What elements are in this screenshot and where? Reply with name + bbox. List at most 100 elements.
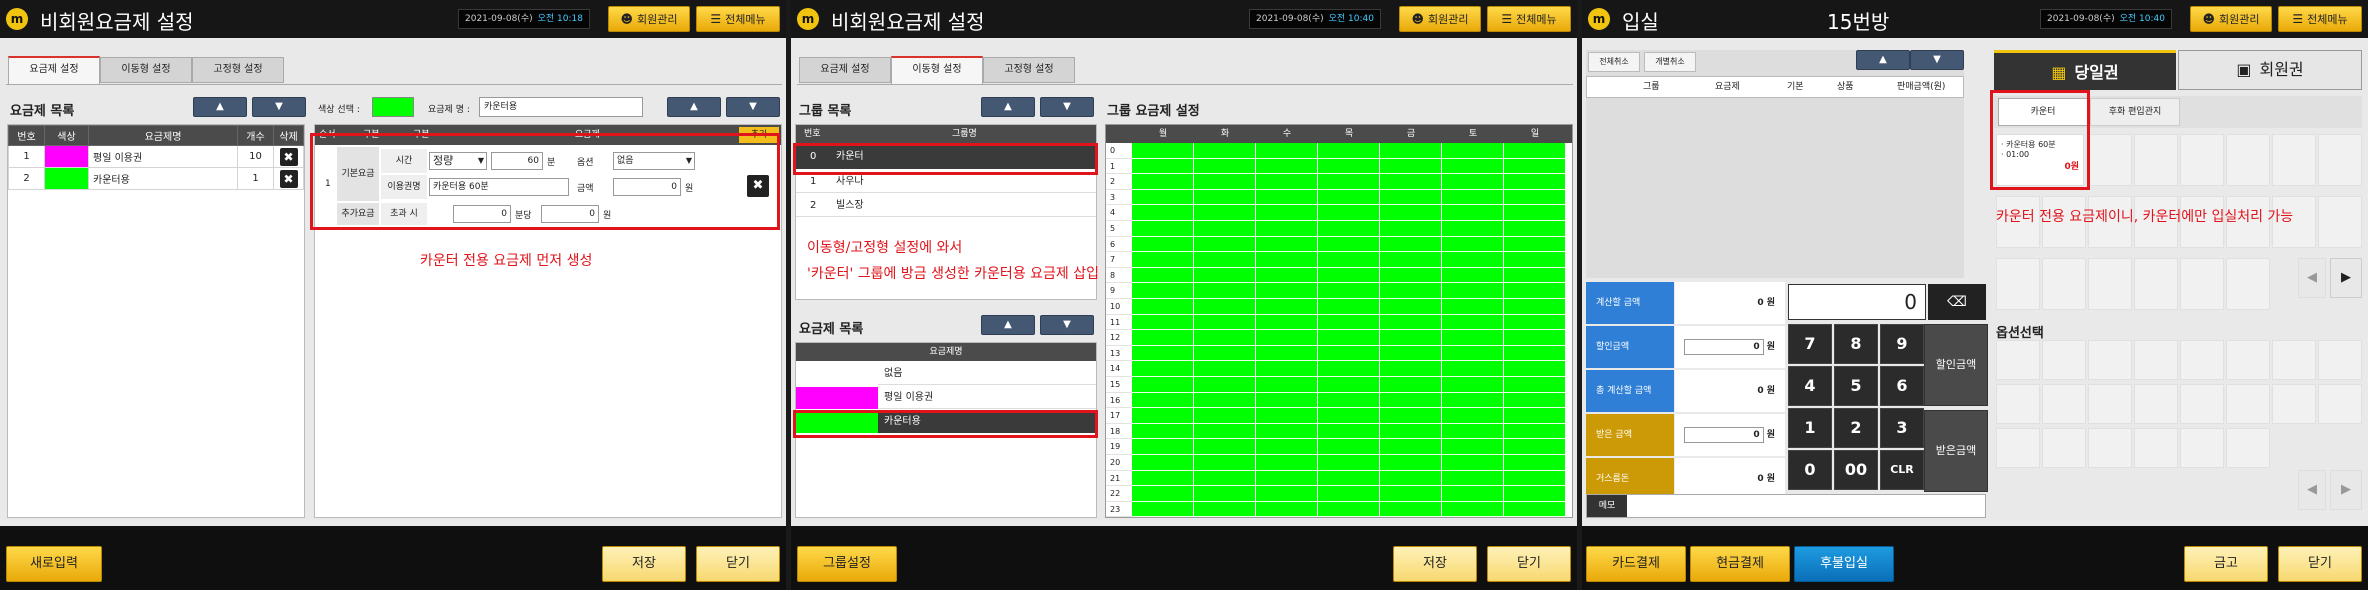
schedule-cell[interactable] [1504,283,1566,299]
schedule-cell[interactable] [1380,361,1442,377]
move-down-button-2[interactable]: ▼ [726,97,780,117]
schedule-cell[interactable] [1442,205,1504,221]
option-next-icon[interactable]: ▶ [2330,470,2362,510]
schedule-cell[interactable] [1132,314,1194,331]
schedule-cell[interactable] [1442,501,1504,518]
option-slot[interactable] [2226,340,2270,380]
schedule-cell[interactable] [1442,470,1504,487]
plan-up-button[interactable]: ▲ [981,315,1035,335]
schedule-cell[interactable] [1256,205,1318,221]
tab-member-ticket[interactable]: ▣ 회원권 [2178,50,2362,90]
schedule-cell[interactable] [1194,236,1256,253]
group-down-button[interactable]: ▼ [1040,97,1094,117]
option-slot[interactable] [2272,340,2316,380]
schedule-cell[interactable] [1504,299,1566,315]
schedule-cell[interactable] [1256,392,1318,409]
schedule-cell[interactable] [1442,314,1504,331]
option-slot[interactable] [2042,428,2086,468]
schedule-cell[interactable] [1194,174,1256,190]
schedule-cell[interactable] [1380,408,1442,424]
schedule-cell[interactable] [1256,267,1318,284]
option-slot[interactable] [2134,428,2178,468]
schedule-cell[interactable] [1132,205,1194,221]
option-slot[interactable] [2042,384,2086,424]
option-prev-icon[interactable]: ◀ [2298,470,2326,510]
discount-input[interactable]: 0 [1683,338,1764,355]
schedule-cell[interactable] [1256,252,1318,268]
schedule-cell[interactable] [1132,486,1194,502]
schedule-cell[interactable] [1194,252,1256,268]
schedule-cell[interactable] [1256,283,1318,299]
schedule-cell[interactable] [1504,501,1566,518]
schedule-cell[interactable] [1256,345,1318,362]
cancel-one-button[interactable]: 개별취소 [1644,52,1696,72]
over-minutes-input[interactable]: 0 [453,205,511,223]
schedule-cell[interactable] [1318,439,1380,455]
schedule-cell[interactable] [1380,423,1442,440]
ticket-slot[interactable] [2180,134,2224,186]
schedule-cell[interactable] [1380,501,1442,518]
schedule-cell[interactable] [1132,236,1194,253]
schedule-cell[interactable] [1132,408,1194,424]
schedule-cell[interactable] [1318,330,1380,346]
schedule-cell[interactable] [1318,392,1380,409]
close-button[interactable]: 닫기 [2278,546,2362,582]
schedule-cell[interactable] [1194,283,1256,299]
schedule-cell[interactable] [1442,330,1504,346]
schedule-cell[interactable] [1132,392,1194,409]
schedule-cell[interactable] [1256,158,1318,175]
save-button[interactable]: 저장 [602,546,686,582]
schedule-cell[interactable] [1256,314,1318,331]
ticket-slot[interactable] [2134,134,2178,186]
tab-rate-setting[interactable]: 요금제 설정 [799,57,891,83]
schedule-cell[interactable] [1318,143,1380,159]
schedule-cell[interactable] [1318,501,1380,518]
schedule-cell[interactable] [1132,252,1194,268]
schedule-cell[interactable] [1132,330,1194,346]
schedule-cell[interactable] [1256,423,1318,440]
schedule-cell[interactable] [1256,408,1318,424]
list-item[interactable]: 1 사우나 [796,171,1096,193]
option-select[interactable]: 없음 ▼ [613,152,695,170]
deferred-checkin-button[interactable]: 후불입실 [1794,546,1894,582]
schedule-cell[interactable] [1132,423,1194,440]
backspace-icon[interactable]: ⌫ [1928,284,1986,320]
schedule-cell[interactable] [1194,189,1256,206]
schedule-cell[interactable] [1132,283,1194,299]
members-button[interactable]: ☻ 회원관리 [2190,6,2272,32]
schedule-cell[interactable] [1442,345,1504,362]
schedule-cell[interactable] [1132,501,1194,518]
tab-day-ticket[interactable]: ▦ 당일권 [1994,50,2176,90]
schedule-cell[interactable] [1256,470,1318,487]
schedule-cell[interactable] [1504,252,1566,268]
schedule-cell[interactable] [1132,189,1194,206]
schedule-cell[interactable] [1318,236,1380,253]
schedule-cell[interactable] [1442,392,1504,409]
schedule-cell[interactable] [1504,330,1566,346]
option-slot[interactable] [2088,428,2132,468]
option-slot[interactable] [2318,384,2362,424]
schedule-cell[interactable] [1318,267,1380,284]
schedule-cell[interactable] [1256,330,1318,346]
key-4[interactable]: 4 [1788,366,1832,406]
cash-payment-button[interactable]: 현금결제 [1690,546,1790,582]
schedule-cell[interactable] [1318,252,1380,268]
schedule-cell[interactable] [1194,423,1256,440]
save-button[interactable]: 저장 [1393,546,1477,582]
time-type-select[interactable]: 정량 ▼ [429,152,487,170]
price-input[interactable]: 0 [613,178,681,196]
subtab-other[interactable]: 후화 편입관지 [2090,98,2180,126]
key-7[interactable]: 7 [1788,324,1832,364]
schedule-grid[interactable]: 월 화 수 목 금 토 일 0 1 2 3 4 5 6 7 8 9 10 11 12 13 14 15 16 17 18 19 20 2… [1105,124,1573,518]
schedule-cell[interactable] [1318,314,1380,331]
group-up-button[interactable]: ▲ [981,97,1035,117]
schedule-cell[interactable] [1380,189,1442,206]
schedule-cell[interactable] [1504,236,1566,253]
schedule-cell[interactable] [1194,205,1256,221]
key-6[interactable]: 6 [1880,366,1924,406]
option-slot[interactable] [2134,384,2178,424]
schedule-cell[interactable] [1442,267,1504,284]
schedule-cell[interactable] [1256,189,1318,206]
schedule-cell[interactable] [1132,361,1194,377]
schedule-cell[interactable] [1318,423,1380,440]
